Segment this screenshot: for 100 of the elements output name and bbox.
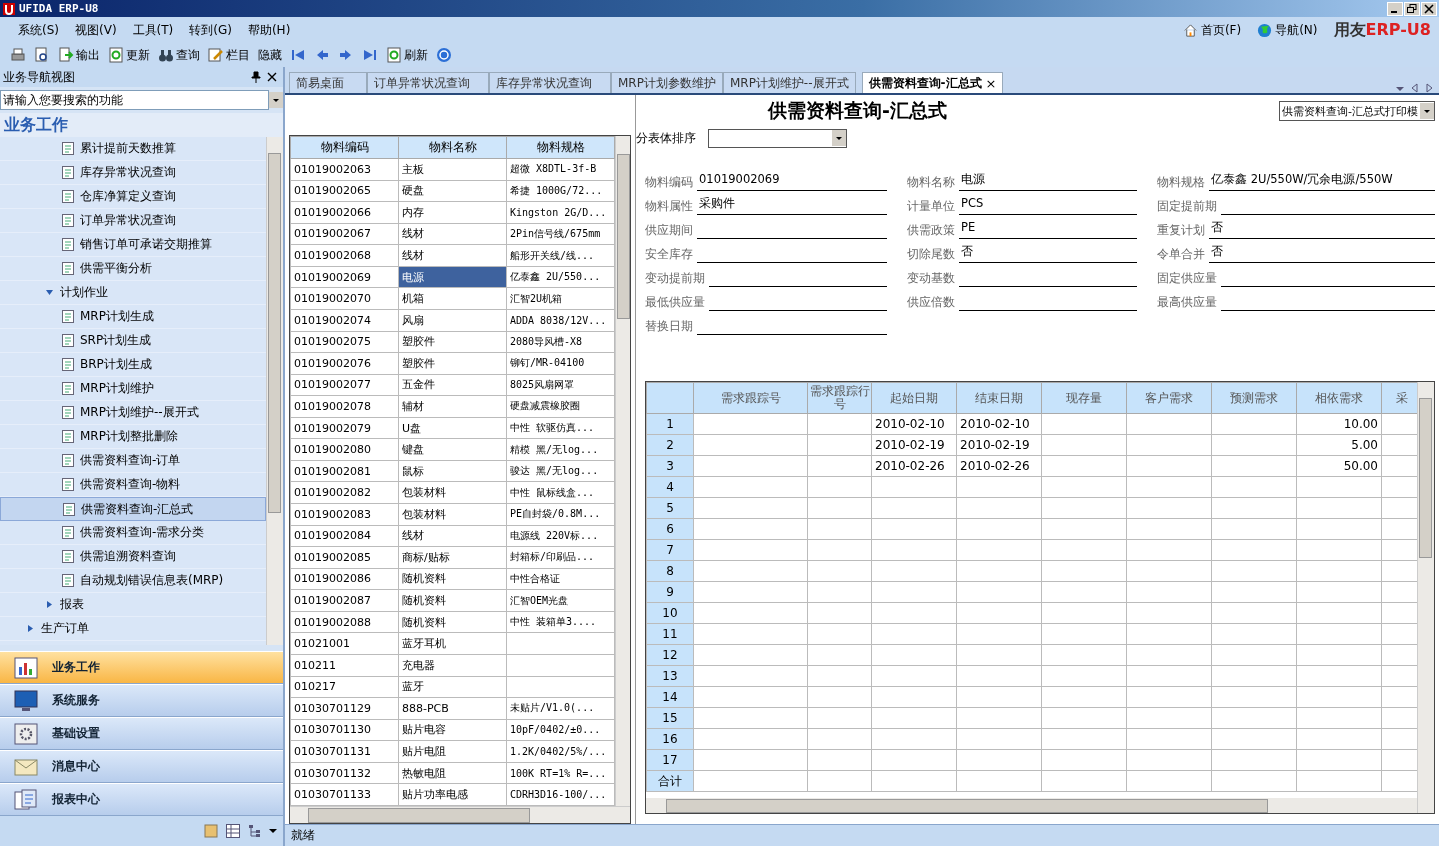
input-field[interactable]: 采购件 xyxy=(697,196,887,215)
row-number: 4 xyxy=(646,476,694,498)
first-record-icon[interactable] xyxy=(290,47,306,63)
tree-view-icon[interactable] xyxy=(247,823,263,839)
table-cell: 2010-02-19 xyxy=(956,434,1042,456)
table-cell: 01019002063 xyxy=(290,158,399,181)
section-button[interactable]: 消息中心 xyxy=(0,750,283,783)
input-field[interactable]: 否 xyxy=(1209,244,1435,263)
minimize-icon[interactable] xyxy=(1387,1,1403,16)
pin-icon[interactable] xyxy=(251,71,261,83)
toolbar-button[interactable]: 查询 xyxy=(156,46,202,64)
row-number: 12 xyxy=(646,644,694,666)
preview-icon[interactable] xyxy=(34,47,50,63)
menu-item[interactable]: 视图(V) xyxy=(69,21,127,39)
document-icon xyxy=(62,526,74,539)
field-label: 供应期间 xyxy=(645,222,693,239)
input-field[interactable]: 电源 xyxy=(959,172,1137,191)
scrollbar[interactable] xyxy=(266,137,283,645)
refresh-icon xyxy=(386,47,402,63)
menu-item[interactable]: 帮助(H) xyxy=(241,21,301,39)
table-cell: 01019002077 xyxy=(290,374,399,396)
menu-item[interactable]: 转到(G) xyxy=(183,21,242,39)
input-field[interactable]: 01019002069 xyxy=(697,172,887,191)
menu-item[interactable]: 系统(S) xyxy=(12,21,69,39)
row-number: 10 xyxy=(646,602,694,624)
collapsed-caret-icon[interactable] xyxy=(26,624,35,633)
tab[interactable]: MRP计划维护--展开式 xyxy=(722,72,856,93)
print-icon[interactable] xyxy=(10,47,26,63)
sort-dropdown[interactable] xyxy=(708,128,847,148)
close-icon[interactable] xyxy=(267,72,277,82)
section-button[interactable]: 报表中心 xyxy=(0,783,283,816)
tab[interactable]: 库存异常状况查询 xyxy=(489,72,611,93)
table-cell: 01030701132 xyxy=(290,762,399,784)
dropdown-arrow-icon[interactable] xyxy=(269,828,277,834)
toolbar-button[interactable]: 更新 xyxy=(106,46,152,64)
globe-icon xyxy=(1257,22,1273,38)
column-header[interactable]: 需求跟踪行号 xyxy=(807,382,872,414)
scrollbar[interactable] xyxy=(290,806,630,823)
collapsed-caret-icon[interactable] xyxy=(45,600,54,609)
menu-item[interactable]: 工具(T) xyxy=(126,21,184,39)
column-header[interactable]: 需求跟踪号 xyxy=(693,382,808,414)
toolbar-button[interactable]: 栏目 xyxy=(206,46,252,64)
scroll-left-icon[interactable] xyxy=(1411,83,1419,93)
document-icon xyxy=(62,358,74,371)
table-cell: 汇智2U机箱 xyxy=(506,287,615,310)
scroll-right-icon[interactable] xyxy=(1425,83,1433,93)
field-label: 供应倍数 xyxy=(907,294,955,311)
table-cell: 蓝牙 xyxy=(398,676,507,698)
template-dropdown[interactable]: 供需资料查询-汇总式打印模 xyxy=(1279,101,1435,121)
tab[interactable]: 简易桌面 xyxy=(289,72,367,93)
table-cell: 01030701130 xyxy=(290,719,399,741)
grid-icon[interactable] xyxy=(225,823,241,839)
table-cell: 五金件 xyxy=(398,374,507,396)
table-cell: 1.2K/0402/5%/... xyxy=(506,740,615,763)
tab-list-icon[interactable] xyxy=(1395,85,1405,93)
scrollbar[interactable] xyxy=(615,136,630,806)
home-link[interactable]: 首页(F) xyxy=(1182,21,1242,39)
row-number: 15 xyxy=(646,707,694,729)
last-record-icon[interactable] xyxy=(362,47,378,63)
row-number: 14 xyxy=(646,686,694,708)
section-button[interactable]: 业务工作 xyxy=(0,651,283,684)
close-tab-button[interactable]: × xyxy=(985,75,997,91)
table-cell: 中性 装箱单3.... xyxy=(506,611,615,633)
tab[interactable]: 订单异常状况查询 xyxy=(367,72,489,93)
section-button[interactable]: 系统服务 xyxy=(0,684,283,717)
help-icon[interactable] xyxy=(436,47,452,63)
tab[interactable]: MRP计划参数维护 xyxy=(611,72,723,93)
navigation-link[interactable]: 导航(N) xyxy=(1257,21,1318,39)
column-header[interactable]: 客户需求 xyxy=(1126,382,1212,414)
search-field[interactable]: 请输入您要搜索的功能 xyxy=(0,90,269,110)
toolbar-button[interactable]: 输出 xyxy=(56,46,102,64)
expanded-caret-icon[interactable] xyxy=(45,288,54,297)
table-cell: 亿泰鑫 2U/550... xyxy=(506,266,615,288)
input-field[interactable]: PE xyxy=(959,220,1137,239)
tab[interactable]: 供需资料查询-汇总式 × xyxy=(861,72,1004,93)
scrollbar[interactable] xyxy=(646,798,1417,813)
column-header[interactable]: 物料规格 xyxy=(506,136,615,159)
table-cell: 5.00 xyxy=(1296,434,1382,456)
input-field[interactable]: 否 xyxy=(959,244,1137,263)
column-header[interactable]: 结束日期 xyxy=(956,382,1042,414)
input-field[interactable]: PCS xyxy=(959,196,1137,215)
document-icon xyxy=(62,382,74,395)
input-field[interactable]: 亿泰鑫 2U/550W/冗余电源/550W xyxy=(1209,172,1435,191)
restore-icon[interactable] xyxy=(1404,1,1420,16)
scrollbar[interactable] xyxy=(1417,382,1434,813)
column-header[interactable]: 物料编码 xyxy=(290,136,399,159)
toolbar-button[interactable]: 刷新 xyxy=(384,46,430,64)
input-field[interactable]: 否 xyxy=(1209,220,1435,239)
table-cell: 100K RT=1% R=... xyxy=(506,762,615,784)
toolbar-button[interactable]: 隐藏 xyxy=(256,46,284,64)
column-header[interactable]: 预测需求 xyxy=(1211,382,1297,414)
tree-item[interactable]: 供需资料查询-汇总式 xyxy=(0,497,266,521)
section-button[interactable]: 基础设置 xyxy=(0,717,283,750)
column-header[interactable]: 现存量 xyxy=(1041,382,1127,414)
column-header[interactable]: 物料名称 xyxy=(398,136,507,159)
column-header[interactable]: 采 xyxy=(1381,382,1417,414)
column-header[interactable]: 相依需求 xyxy=(1296,382,1382,414)
field-label: 计量单位 xyxy=(907,198,955,215)
column-header[interactable]: 起始日期 xyxy=(871,382,957,414)
document-icon xyxy=(62,166,74,179)
